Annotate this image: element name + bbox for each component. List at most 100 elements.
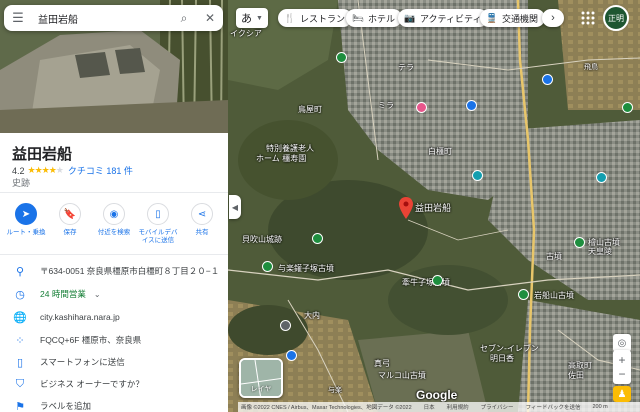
chip-label: レストラン bbox=[300, 13, 346, 24]
star-rating-icon: ★★★★★ bbox=[27, 165, 64, 175]
avatar[interactable]: 正明 bbox=[603, 5, 629, 31]
share-icon: ⋖ bbox=[191, 203, 213, 225]
search-input[interactable]: 益田岩船 bbox=[32, 11, 171, 26]
reviews-link[interactable]: クチコミ 181 件 bbox=[68, 164, 133, 177]
location-pin-icon: ⚲ bbox=[15, 265, 25, 278]
map-label: 白橿町 bbox=[428, 147, 452, 156]
building-icon[interactable] bbox=[596, 172, 607, 183]
zoom-controls: + − bbox=[613, 350, 631, 384]
place-panel: ☰ 益田岩船 ⌕ ✕ 益田岩船 4.2 ★★★★★ クチコミ 181 件 史跡 … bbox=[0, 0, 228, 412]
action-label: ルート・乗換 bbox=[6, 229, 46, 236]
rating-row: 4.2 ★★★★★ クチコミ 181 件 bbox=[12, 164, 133, 177]
website-link[interactable]: city.kashihara.nara.jp bbox=[40, 312, 120, 322]
building-icon[interactable] bbox=[472, 170, 483, 181]
hours-value: 24 時間営業 bbox=[40, 289, 86, 299]
claim-business-row[interactable]: ⛉ ビジネス オーナーですか？ bbox=[0, 373, 228, 395]
input-language-button[interactable]: あ ▼ bbox=[236, 8, 268, 28]
map-label: 岩船山古墳 bbox=[534, 291, 574, 300]
place-category[interactable]: 史跡 bbox=[12, 176, 30, 189]
send-to-phone-button[interactable]: ▯ モバイルデバイスに送信 bbox=[137, 203, 179, 245]
website-row[interactable]: 🌐 city.kashihara.nara.jp bbox=[0, 306, 228, 328]
apps-grid-icon[interactable] bbox=[581, 11, 595, 25]
hours-row[interactable]: ◷ 24 時間営業 ⌄ bbox=[0, 283, 228, 305]
action-label: モバイルデバイスに送信 bbox=[138, 229, 178, 245]
school-icon[interactable] bbox=[466, 100, 477, 111]
chevron-down-icon[interactable]: ⌄ bbox=[94, 290, 101, 299]
address-row[interactable]: ⚲ 〒634-0051 奈良県橿原市白橿町８丁目２０−１ bbox=[0, 260, 228, 282]
divider bbox=[0, 254, 228, 255]
satellite-map[interactable]: イクシア テラ ミラ 鳥屋町 白橿町 特別養護老人 ホーム 橿寿園 貝吹山城跡 … bbox=[228, 0, 640, 412]
camera-icon: 📷 bbox=[404, 12, 416, 23]
park-icon[interactable] bbox=[336, 52, 347, 63]
send-to-phone-text: スマートフォンに送信 bbox=[40, 357, 125, 367]
zoom-out-button[interactable]: − bbox=[618, 367, 625, 381]
chip-restaurants[interactable]: 🍴 レストラン bbox=[278, 9, 353, 27]
map-label: 鳥屋町 bbox=[298, 105, 322, 114]
search-box[interactable]: ☰ 益田岩船 ⌕ ✕ bbox=[4, 5, 223, 31]
chevron-right-icon[interactable]: › bbox=[542, 9, 564, 27]
action-label: 共有 bbox=[195, 229, 209, 236]
clock-icon: ◷ bbox=[15, 288, 25, 301]
map-label: ホーム 橿寿園 bbox=[256, 154, 307, 163]
map-label: 貝吹山城跡 bbox=[242, 235, 282, 244]
plus-code-text: FQCQ+6F 橿原市、奈良県 bbox=[40, 335, 142, 345]
train-icon: 🚆 bbox=[486, 12, 498, 23]
nearby-button[interactable]: ◉ 付近を検索 bbox=[93, 203, 135, 245]
map-label: 古墳 bbox=[546, 252, 562, 261]
gas-station-icon[interactable] bbox=[280, 320, 291, 331]
collapse-panel-button[interactable]: ◀ bbox=[229, 195, 241, 219]
globe-icon: 🌐 bbox=[13, 311, 27, 324]
layers-button[interactable]: レイヤ bbox=[239, 358, 283, 398]
add-label-text: ラベルを追加 bbox=[40, 401, 92, 411]
pin-label: 益田岩船 bbox=[415, 204, 452, 214]
claim-business-text: ビジネス オーナーですか？ bbox=[40, 379, 144, 389]
region-link[interactable]: 日本 bbox=[424, 403, 435, 411]
add-label-row[interactable]: ⚑ ラベルを追加 bbox=[0, 395, 228, 412]
feedback-link[interactable]: フィードバックを送信 bbox=[526, 403, 581, 411]
fork-knife-icon: 🍴 bbox=[284, 12, 296, 23]
chip-transit[interactable]: 🚆 交通機関 bbox=[480, 9, 546, 27]
landmark-icon[interactable] bbox=[622, 102, 633, 113]
chip-hotels[interactable]: 🛏 ホテル bbox=[346, 9, 403, 27]
rating-value: 4.2 bbox=[12, 165, 25, 176]
chip-label: ホテル bbox=[368, 13, 396, 24]
chip-activities[interactable]: 📷 アクティビティ bbox=[398, 9, 489, 27]
shopping-icon[interactable] bbox=[416, 102, 427, 113]
map-label: 大内 bbox=[304, 311, 320, 320]
landmark-icon[interactable] bbox=[262, 261, 273, 272]
google-logo: Google bbox=[416, 388, 458, 402]
map-footer: 画像 ©2022 CNES / Airbus、Maxar Technologie… bbox=[238, 402, 640, 412]
share-button[interactable]: ⋖ 共有 bbox=[181, 203, 223, 245]
landmark-icon[interactable] bbox=[432, 275, 443, 286]
shopping-icon[interactable] bbox=[286, 350, 297, 361]
map-label: 飛鳥 bbox=[584, 63, 598, 71]
zoom-in-button[interactable]: + bbox=[618, 353, 625, 367]
scale-bar: 200 m bbox=[592, 404, 608, 410]
shopping-icon[interactable] bbox=[542, 74, 553, 85]
save-button[interactable]: 🔖 保存 bbox=[49, 203, 91, 245]
menu-icon[interactable]: ☰ bbox=[4, 10, 32, 26]
landmark-icon[interactable] bbox=[312, 233, 323, 244]
action-bar: ➤ ルート・乗換 🔖 保存 ◉ 付近を検索 ▯ モバイルデバイスに送信 ⋖ 共有 bbox=[0, 203, 228, 245]
close-icon[interactable]: ✕ bbox=[197, 11, 223, 25]
chip-label: 交通機関 bbox=[502, 13, 539, 24]
send-to-phone-row[interactable]: ▯ スマートフォンに送信 bbox=[0, 351, 228, 373]
search-icon[interactable]: ⌕ bbox=[171, 11, 197, 26]
directions-icon: ➤ bbox=[15, 203, 37, 225]
directions-button[interactable]: ➤ ルート・乗換 bbox=[5, 203, 47, 245]
attribution-text: 画像 ©2022 CNES / Airbus、Maxar Technologie… bbox=[241, 405, 412, 411]
chip-label: アクティビティ bbox=[420, 13, 482, 24]
terms-link[interactable]: 利用規約 bbox=[447, 403, 469, 411]
plus-code-icon: ⁘ bbox=[15, 334, 25, 347]
place-title: 益田岩船 bbox=[12, 146, 73, 163]
location-pin-icon[interactable] bbox=[399, 197, 413, 219]
privacy-link[interactable]: プライバシー bbox=[481, 403, 514, 411]
pegman-icon[interactable]: ♟ bbox=[613, 386, 631, 402]
map-label: 与楽 bbox=[328, 386, 342, 394]
plus-code-row[interactable]: ⁘ FQCQ+6F 橿原市、奈良県 bbox=[0, 329, 228, 351]
hours-text: 24 時間営業 ⌄ bbox=[40, 288, 101, 300]
landmark-icon[interactable] bbox=[574, 237, 585, 248]
landmark-icon[interactable] bbox=[518, 289, 529, 300]
map-label: 佐田 bbox=[568, 371, 584, 380]
bookmark-icon: 🔖 bbox=[59, 203, 81, 225]
